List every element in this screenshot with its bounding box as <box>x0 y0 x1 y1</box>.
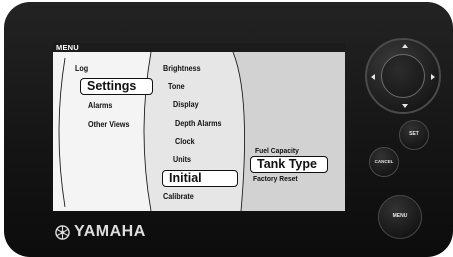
directional-pad[interactable] <box>365 38 441 114</box>
menu-panels <box>53 52 345 211</box>
panel-level-2 <box>144 52 245 211</box>
menu-item-depth-alarms[interactable]: Depth Alarms <box>175 119 222 129</box>
menu-item-initial-selected[interactable]: Initial <box>162 170 238 187</box>
menu-title: MENU <box>56 43 79 52</box>
menu-item-alarms[interactable]: Alarms <box>88 101 112 111</box>
display-screen: MENU Log Settings Alarms Other Views Bri… <box>53 43 345 211</box>
up-arrow-icon[interactable] <box>402 44 408 48</box>
set-button[interactable]: SET <box>399 120 429 150</box>
menu-item-log[interactable]: Log <box>75 64 88 74</box>
menu-item-display[interactable]: Display <box>173 100 199 110</box>
right-arrow-icon[interactable] <box>431 74 435 80</box>
gauge-device: MENU Log Settings Alarms Other Views Bri… <box>0 0 453 257</box>
menu-item-units[interactable]: Units <box>173 155 191 165</box>
left-arrow-icon[interactable] <box>371 74 375 80</box>
menu-item-other-views[interactable]: Other Views <box>88 120 129 130</box>
menu-item-brightness[interactable]: Brightness <box>163 64 201 74</box>
menu-button[interactable]: MENU <box>378 195 422 239</box>
menu-item-tank-type-selected[interactable]: Tank Type <box>250 156 328 173</box>
panel-level-1 <box>53 52 151 211</box>
menu-item-factory-reset[interactable]: Factory Reset <box>253 174 298 184</box>
menu-item-settings-selected[interactable]: Settings <box>80 78 153 95</box>
menu-item-clock[interactable]: Clock <box>175 137 195 147</box>
menu-title-bar: MENU <box>53 43 345 52</box>
cancel-button[interactable]: CANCEL <box>369 147 399 177</box>
dpad-center[interactable] <box>381 54 425 98</box>
panel-level-3 <box>233 52 345 211</box>
down-arrow-icon[interactable] <box>402 104 408 108</box>
menu-item-calibrate[interactable]: Calibrate <box>163 192 194 202</box>
menu-item-tone[interactable]: Tone <box>168 82 185 92</box>
yamaha-logo-icon <box>55 225 70 240</box>
brand-name: YAMAHA <box>74 223 146 240</box>
menu-item-fuel-capacity[interactable]: Fuel Capacity <box>255 146 299 156</box>
